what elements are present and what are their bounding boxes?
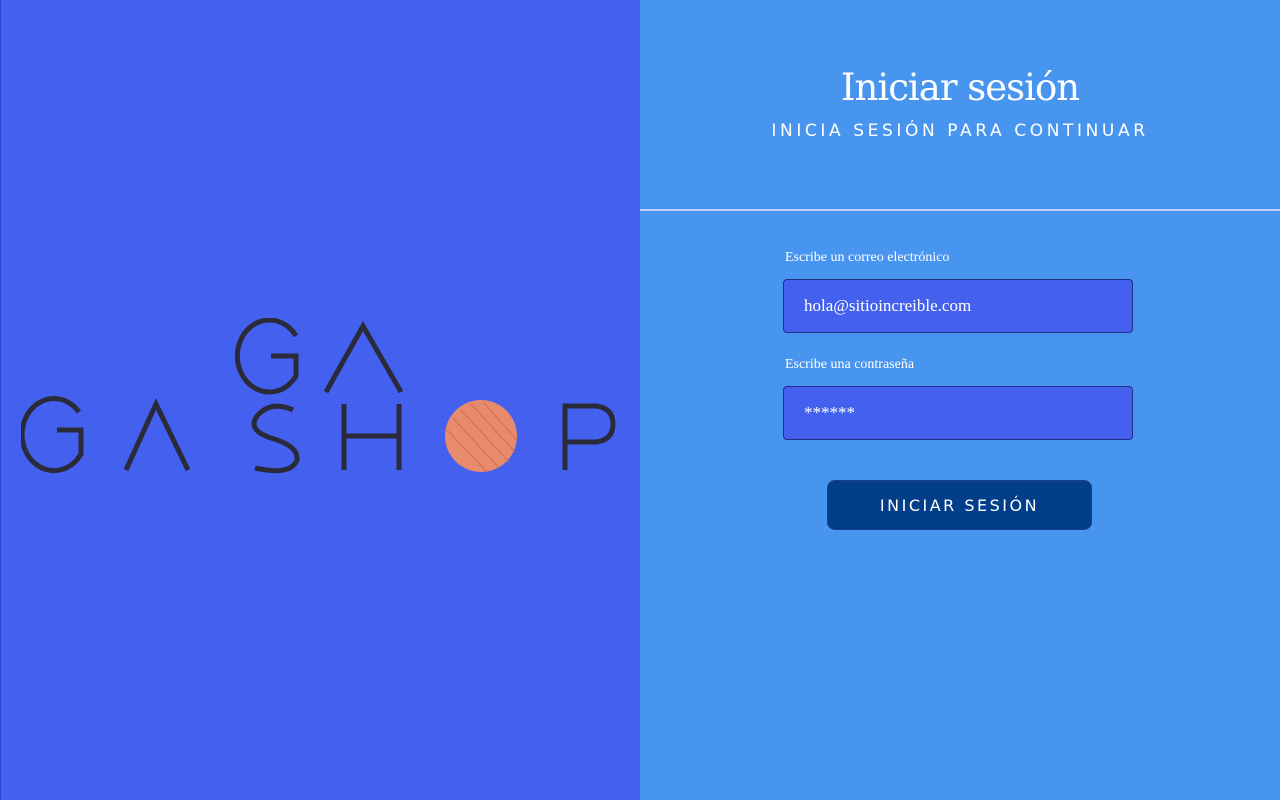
page-title: Iniciar sesión: [840, 66, 1080, 109]
email-field[interactable]: [783, 279, 1133, 333]
ga-shop-logo: [21, 318, 616, 474]
divider: [640, 209, 1280, 211]
login-panel: Iniciar sesión INICIA SESIÓN PARA CONTIN…: [640, 0, 1280, 800]
logo-dot-icon: [445, 400, 518, 473]
login-button[interactable]: INICIAR SESIÓN: [827, 480, 1092, 530]
email-label: Escribe un correo electrónico: [785, 250, 950, 265]
password-field[interactable]: [783, 386, 1133, 440]
password-label: Escribe una contraseña: [785, 357, 915, 372]
page-subtitle: INICIA SESIÓN PARA CONTINUAR: [771, 121, 1149, 141]
brand-panel: [0, 0, 640, 800]
